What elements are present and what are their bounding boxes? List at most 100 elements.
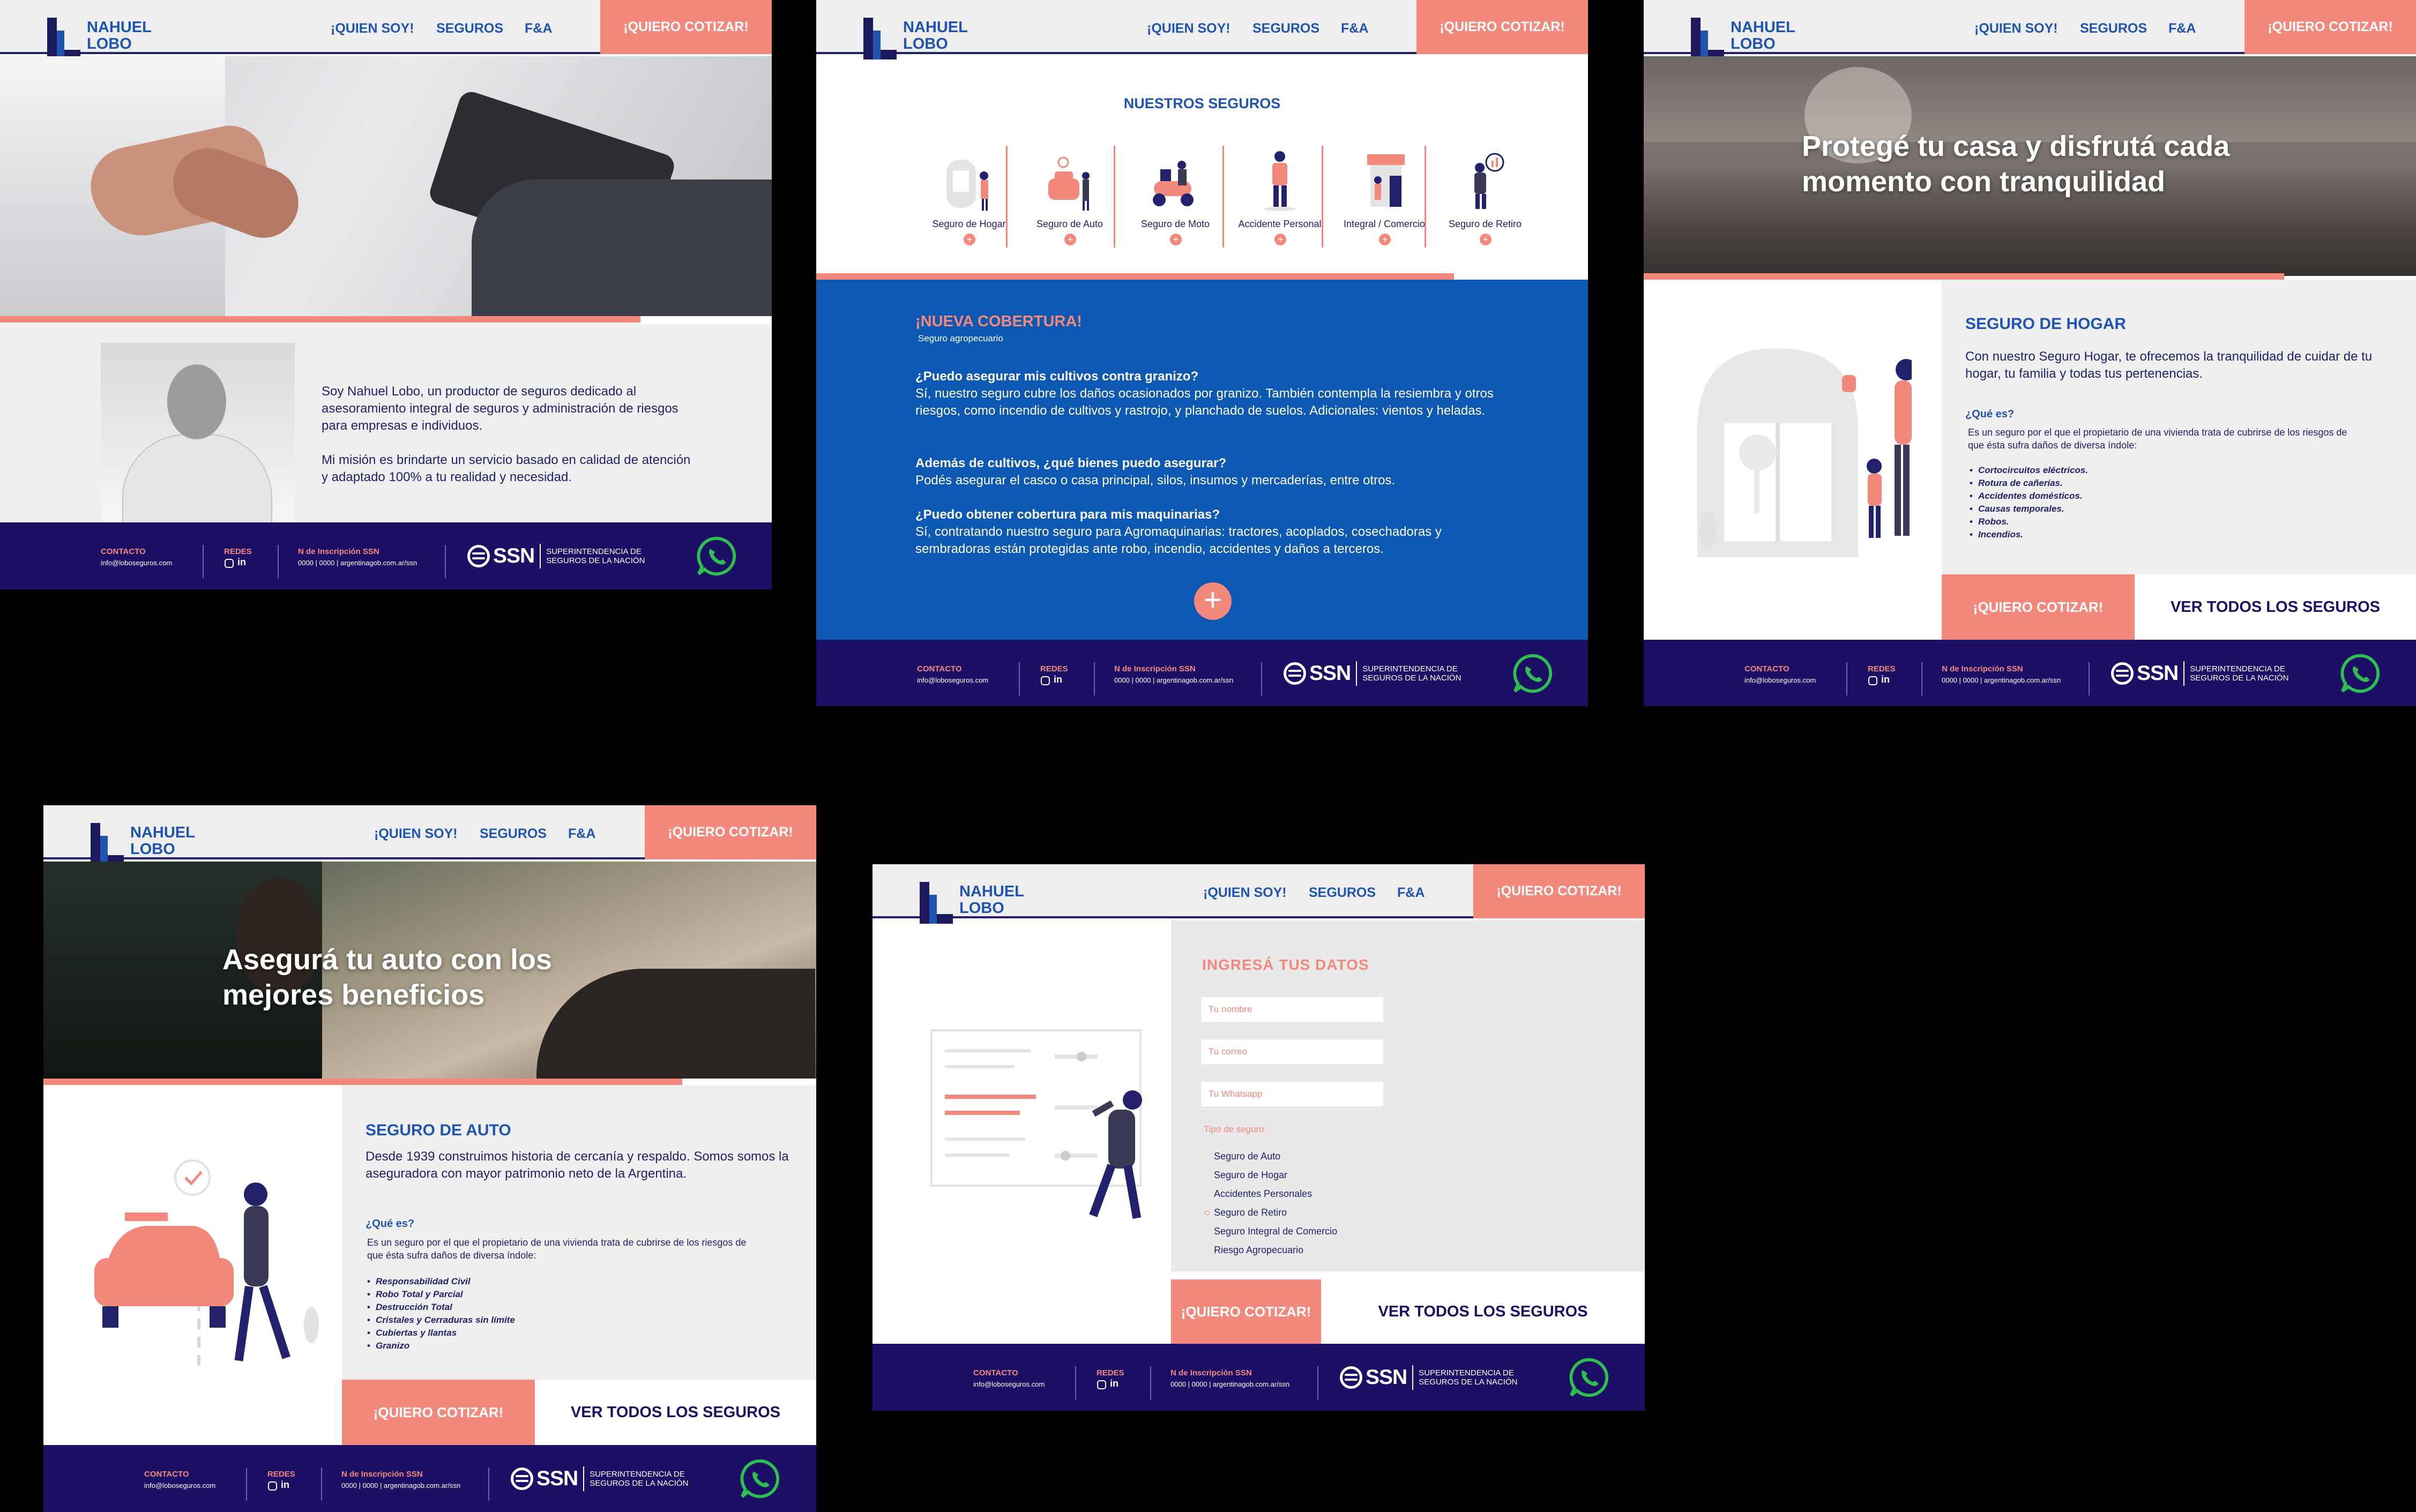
whatsapp-icon[interactable] bbox=[1568, 1357, 1610, 1398]
logo-icon[interactable] bbox=[1691, 18, 1725, 59]
whatsapp-icon[interactable] bbox=[696, 535, 737, 577]
service-card-hogar[interactable]: Seguro de Hogar + bbox=[918, 145, 1020, 252]
whatsapp-icon[interactable] bbox=[1512, 653, 1554, 694]
quiero-cotizar-button[interactable]: ¡QUIERO COTIZAR! bbox=[1171, 1279, 1321, 1344]
section-title: SEGURO DE HOGAR bbox=[1965, 315, 2127, 333]
footer: CONTACTO info@loboseguros.com REDES in N… bbox=[43, 1445, 816, 1512]
contact-email-link[interactable]: info@loboseguros.com bbox=[144, 1481, 215, 1489]
ssn-logo: SSN SUPERINTENDENCIA DE SEGUROS DE LA NAC… bbox=[2111, 661, 2288, 686]
instagram-icon[interactable] bbox=[1097, 1380, 1106, 1389]
logo-text[interactable]: NAHUEL LOBO bbox=[959, 884, 1024, 917]
radio-option-accidentes[interactable]: Accidentes Personales bbox=[1205, 1188, 1312, 1200]
quiero-cotizar-button[interactable]: ¡QUIERO COTIZAR! bbox=[342, 1380, 535, 1445]
redes-label: REDES bbox=[1040, 664, 1068, 673]
contact-email-link[interactable]: info@loboseguros.com bbox=[973, 1380, 1045, 1388]
service-card-accidente[interactable]: Accidente Personal + bbox=[1229, 145, 1331, 252]
nav-fa[interactable]: F&A bbox=[568, 826, 595, 842]
nav-seguros[interactable]: SEGUROS bbox=[1252, 21, 1319, 36]
logo-text[interactable]: NAHUEL LOBO bbox=[903, 19, 968, 53]
radio-icon[interactable] bbox=[1205, 1173, 1210, 1178]
instagram-icon[interactable] bbox=[1868, 676, 1877, 685]
correo-input[interactable] bbox=[1201, 1039, 1383, 1064]
logo-icon[interactable] bbox=[47, 18, 81, 59]
logo-text[interactable]: NAHUEL LOBO bbox=[130, 825, 195, 858]
coverage-list: Cortocircuitos eléctricos. Rotura de cañ… bbox=[1970, 464, 2088, 541]
nav-fa[interactable]: F&A bbox=[2168, 21, 2196, 36]
radio-option-comercio[interactable]: Seguro Integral de Comercio bbox=[1205, 1226, 1337, 1237]
radio-option-agropecuario[interactable]: Riesgo Agropecuario bbox=[1205, 1245, 1303, 1256]
quiero-cotizar-nav-button[interactable]: ¡QUIERO COTIZAR! bbox=[600, 0, 772, 54]
linkedin-icon[interactable]: in bbox=[281, 1479, 289, 1491]
nav-fa[interactable]: F&A bbox=[1341, 21, 1368, 36]
logo-text[interactable]: NAHUEL LOBO bbox=[87, 19, 152, 53]
quiero-cotizar-nav-button[interactable]: ¡QUIERO COTIZAR! bbox=[1473, 864, 1645, 918]
faq-item-2: Además de cultivos, ¿qué bienes puedo as… bbox=[915, 455, 1516, 489]
plus-icon[interactable]: + bbox=[964, 234, 975, 245]
radio-option-hogar[interactable]: Seguro de Hogar bbox=[1205, 1170, 1287, 1181]
linkedin-icon[interactable]: in bbox=[1110, 1378, 1118, 1389]
nav-quien-soy[interactable]: ¡QUIEN SOY! bbox=[374, 826, 458, 842]
radio-icon[interactable] bbox=[1205, 1229, 1210, 1234]
linkedin-icon[interactable]: in bbox=[1054, 674, 1062, 685]
divider bbox=[445, 545, 446, 578]
nav-fa[interactable]: F&A bbox=[525, 21, 552, 36]
instagram-icon[interactable] bbox=[225, 559, 234, 568]
contact-email-link[interactable]: info@loboseguros.com bbox=[917, 676, 988, 684]
divider bbox=[1921, 662, 1922, 695]
list-item: Cortocircuitos eléctricos. bbox=[1970, 464, 2088, 477]
whatsapp-icon[interactable] bbox=[739, 1458, 781, 1500]
instagram-icon[interactable] bbox=[1041, 676, 1050, 685]
ver-todos-button[interactable]: VER TODOS LOS SEGUROS bbox=[2135, 574, 2416, 640]
plus-icon[interactable]: + bbox=[1480, 234, 1492, 245]
logo-icon[interactable] bbox=[91, 823, 125, 865]
nav-seguros[interactable]: SEGUROS bbox=[2080, 21, 2147, 36]
plus-icon[interactable]: + bbox=[1274, 234, 1286, 245]
service-card-auto[interactable]: Seguro de Auto + bbox=[1019, 145, 1121, 252]
quiero-cotizar-nav-button[interactable]: ¡QUIERO COTIZAR! bbox=[1416, 0, 1588, 54]
expand-plus-icon[interactable]: + bbox=[1194, 582, 1232, 620]
plus-icon[interactable]: + bbox=[1170, 234, 1182, 245]
nav-quien-soy[interactable]: ¡QUIEN SOY! bbox=[1974, 21, 2058, 36]
radio-icon[interactable] bbox=[1205, 1154, 1210, 1159]
coverage-list: Responsabilidad Civil Robo Total y Parci… bbox=[367, 1275, 515, 1352]
form-illustration-icon bbox=[930, 1029, 1142, 1219]
whatsapp-input[interactable] bbox=[1201, 1082, 1383, 1106]
instagram-icon[interactable] bbox=[268, 1481, 277, 1491]
logo-icon[interactable] bbox=[863, 18, 898, 59]
radio-icon[interactable] bbox=[1205, 1192, 1210, 1196]
nav-seguros[interactable]: SEGUROS bbox=[1309, 885, 1376, 901]
quiero-cotizar-nav-button[interactable]: ¡QUIERO COTIZAR! bbox=[2245, 0, 2416, 54]
nav-seguros[interactable]: SEGUROS bbox=[436, 21, 503, 36]
plus-icon[interactable]: + bbox=[1064, 234, 1076, 245]
linkedin-icon[interactable]: in bbox=[237, 557, 246, 568]
nav-quien-soy[interactable]: ¡QUIEN SOY! bbox=[1147, 21, 1231, 36]
radio-option-auto[interactable]: Seguro de Auto bbox=[1205, 1151, 1280, 1162]
divider bbox=[203, 545, 204, 578]
linkedin-icon[interactable]: in bbox=[1881, 674, 1890, 685]
plus-icon[interactable]: + bbox=[1379, 234, 1391, 245]
logo-text[interactable]: NAHUEL LOBO bbox=[1731, 19, 1795, 53]
service-label: Seguro de Retiro bbox=[1448, 219, 1522, 229]
service-card-comercio[interactable]: Integral / Comercio + bbox=[1333, 145, 1435, 252]
nav-quien-soy[interactable]: ¡QUIEN SOY! bbox=[1203, 885, 1287, 901]
quiero-cotizar-nav-button[interactable]: ¡QUIERO COTIZAR! bbox=[645, 805, 816, 859]
service-card-moto[interactable]: Seguro de Moto + bbox=[1124, 145, 1226, 252]
radio-icon[interactable] bbox=[1205, 1248, 1210, 1253]
ssn-logo: SSN SUPERINTENDENCIA DE SEGUROS DE LA NAC… bbox=[1284, 661, 1461, 686]
ver-todos-button[interactable]: VER TODOS LOS SEGUROS bbox=[1321, 1279, 1645, 1344]
whatsapp-icon[interactable] bbox=[2339, 653, 2381, 694]
radio-icon[interactable] bbox=[1205, 1210, 1210, 1215]
nombre-input[interactable] bbox=[1201, 997, 1383, 1022]
contact-email-link[interactable]: info@loboseguros.com bbox=[101, 559, 172, 567]
service-label: Seguro de Auto bbox=[1036, 219, 1103, 229]
nav-quien-soy[interactable]: ¡QUIEN SOY! bbox=[331, 21, 414, 36]
nav-seguros[interactable]: SEGUROS bbox=[480, 826, 547, 842]
radio-option-retiro[interactable]: Seguro de Retiro bbox=[1205, 1207, 1287, 1218]
que-es-label: ¿Qué es? bbox=[1965, 408, 2015, 420]
contact-email-link[interactable]: info@loboseguros.com bbox=[1744, 676, 1816, 684]
quiero-cotizar-button[interactable]: ¡QUIERO COTIZAR! bbox=[1942, 574, 2135, 640]
ver-todos-button[interactable]: VER TODOS LOS SEGUROS bbox=[535, 1380, 816, 1445]
service-card-retiro[interactable]: Seguro de Retiro + bbox=[1434, 145, 1536, 252]
nav-fa[interactable]: F&A bbox=[1397, 885, 1425, 901]
logo-icon[interactable] bbox=[920, 882, 954, 924]
